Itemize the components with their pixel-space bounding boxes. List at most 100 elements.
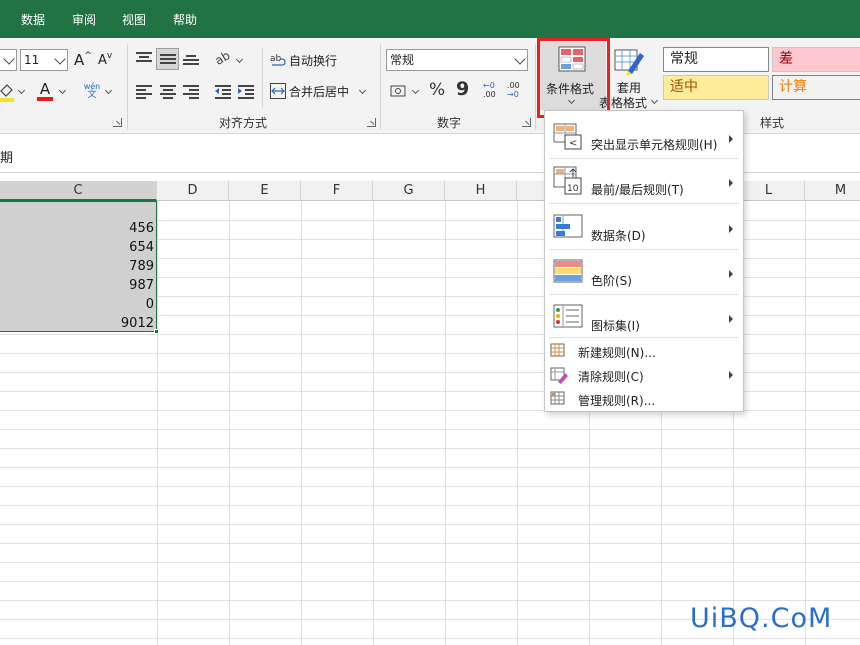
align-middle-button[interactable] <box>156 48 179 70</box>
ribbon-separator <box>380 44 381 130</box>
grid-row-line <box>0 543 860 544</box>
grid-row-line <box>0 467 860 468</box>
cell-style-neutral-label: 适中 <box>670 79 698 95</box>
decrease-indent-icon[interactable] <box>215 84 231 99</box>
font-name-combo[interactable] <box>0 49 17 71</box>
column-header-label: C <box>73 183 83 198</box>
increase-decimal-label: .00 <box>483 90 496 99</box>
menu-item-color-scales[interactable]: 色阶(S) <box>545 252 743 294</box>
phonetic-bottom-text: 文 <box>87 90 97 100</box>
column-header-label: F <box>332 183 341 198</box>
menu-item-label: 管理规则(R)... <box>578 394 656 408</box>
fill-handle[interactable] <box>154 329 159 334</box>
cell-style-neutral[interactable]: 适中 <box>663 75 769 100</box>
merge-center-dropdown[interactable] <box>358 86 367 95</box>
menu-item-label: 新建规则(N)... <box>578 346 656 360</box>
font-group-launcher[interactable] <box>113 118 122 127</box>
number-group-launcher[interactable] <box>522 118 531 127</box>
cell-c-value[interactable]: 987 <box>129 278 154 293</box>
menu-separator <box>549 337 739 338</box>
format-as-table-dropdown <box>650 96 659 105</box>
cell-style-bad-label: 差 <box>779 51 793 67</box>
align-left-icon[interactable] <box>136 84 152 99</box>
alignment-group-launcher[interactable] <box>367 118 376 127</box>
grid-row-line <box>0 448 860 449</box>
menu-item-highlight-cell-rules[interactable]: < 突出显示单元格规则(H) <box>545 117 743 157</box>
grid-row-line <box>0 600 860 601</box>
column-header-c[interactable]: C <box>0 181 157 201</box>
menu-item-new-rule[interactable]: 新建规则(N)... <box>545 340 743 364</box>
cell-style-bad[interactable]: 差 <box>772 47 860 72</box>
fill-color-button[interactable] <box>0 82 16 102</box>
font-size-combo[interactable]: 11 <box>20 49 68 71</box>
merge-center-label: 合并后居中 <box>289 85 350 99</box>
conditional-format-label: 条件格式 <box>546 82 595 96</box>
percent-button[interactable]: % <box>429 80 445 100</box>
conditional-format-icon <box>558 46 586 72</box>
tab-data[interactable]: 数据 <box>21 11 45 28</box>
grid-row-line <box>0 524 860 525</box>
menu-item-top-bottom-rules[interactable]: 10 最前/最后规则(T) <box>545 161 743 203</box>
phonetic-dropdown[interactable] <box>104 86 113 95</box>
menu-item-clear-rules[interactable]: 清除规则(C) <box>545 364 743 388</box>
column-header-g[interactable]: G <box>373 181 445 201</box>
grid-column-line <box>229 201 230 645</box>
cell-c-value[interactable]: 654 <box>129 240 154 255</box>
cell-c-value[interactable]: 9012 <box>121 316 154 331</box>
column-header-d[interactable]: D <box>157 181 229 201</box>
number-format-combo[interactable]: 常规 <box>386 49 528 71</box>
cell-style-normal[interactable]: 常规 <box>663 47 769 72</box>
menu-item-data-bars[interactable]: 数据条(D) <box>545 207 743 249</box>
align-top-icon[interactable] <box>136 51 152 65</box>
font-color-swatch <box>37 97 53 101</box>
align-center-icon[interactable] <box>160 84 176 99</box>
new-rule-icon <box>550 343 565 357</box>
column-header-label: G <box>403 183 414 198</box>
cell-c-value[interactable]: 456 <box>129 221 154 236</box>
cell-style-calculation[interactable]: 计算 <box>772 75 860 100</box>
cell-c-value[interactable]: 789 <box>129 259 154 274</box>
increase-decimal-button[interactable]: ←0 .00 <box>483 81 496 99</box>
submenu-arrow-icon <box>729 135 733 143</box>
cell-c-value[interactable]: 0 <box>146 297 154 312</box>
data-bars-icon <box>553 214 583 238</box>
menu-item-manage-rules[interactable]: 管理规则(R)... <box>545 388 743 412</box>
alignment-group-label: 对齐方式 <box>219 116 268 130</box>
increase-indent-icon[interactable] <box>238 84 254 99</box>
fill-color-dropdown[interactable] <box>17 86 26 95</box>
font-color-dropdown[interactable] <box>58 86 67 95</box>
menu-item-icon-sets[interactable]: 图标集(I) <box>545 297 743 339</box>
accounting-dropdown[interactable] <box>411 86 420 95</box>
cell-style-calculation-label: 计算 <box>779 79 807 95</box>
column-header-f[interactable]: F <box>301 181 373 201</box>
menu-item-label: 最前/最后规则(T) <box>591 183 684 197</box>
tab-review[interactable]: 审阅 <box>72 11 96 28</box>
align-bottom-icon[interactable] <box>183 52 199 66</box>
shrink-font-button[interactable]: Av <box>98 51 112 68</box>
highlight-rules-icon: < <box>553 123 582 150</box>
submenu-arrow-icon <box>729 179 733 187</box>
column-header-h[interactable]: H <box>445 181 517 201</box>
ribbon-tab-bar: 数据 审阅 视图 帮助 <box>0 0 860 38</box>
decrease-decimal-button[interactable]: .00 →0 <box>507 81 520 99</box>
number-group-label: 数字 <box>437 116 462 130</box>
grid-column-line <box>157 201 158 645</box>
number-format-value: 常规 <box>390 53 415 67</box>
phonetic-button[interactable]: wén 文 <box>82 82 102 100</box>
orientation-dropdown[interactable] <box>235 55 244 64</box>
column-header-m[interactable]: M <box>805 181 860 201</box>
conditional-format-button[interactable]: 条件格式 <box>540 42 606 110</box>
comma-style-button[interactable]: 9 <box>456 78 469 100</box>
tab-view[interactable]: 视图 <box>122 11 146 28</box>
format-as-table-button[interactable]: 套用 表格格式 <box>599 44 660 110</box>
highlight-rules-icon-glyph: < <box>569 138 577 149</box>
accounting-format-button[interactable] <box>390 83 408 99</box>
font-color-button[interactable]: A <box>37 80 53 102</box>
orientation-button[interactable]: ab <box>213 48 233 68</box>
submenu-arrow-icon <box>729 270 733 278</box>
grow-font-button[interactable]: A^ <box>74 51 92 69</box>
column-header-e[interactable]: E <box>229 181 301 201</box>
align-right-icon[interactable] <box>183 84 199 99</box>
tab-help[interactable]: 帮助 <box>173 11 197 28</box>
top-bottom-rules-icon: 10 <box>553 166 582 195</box>
